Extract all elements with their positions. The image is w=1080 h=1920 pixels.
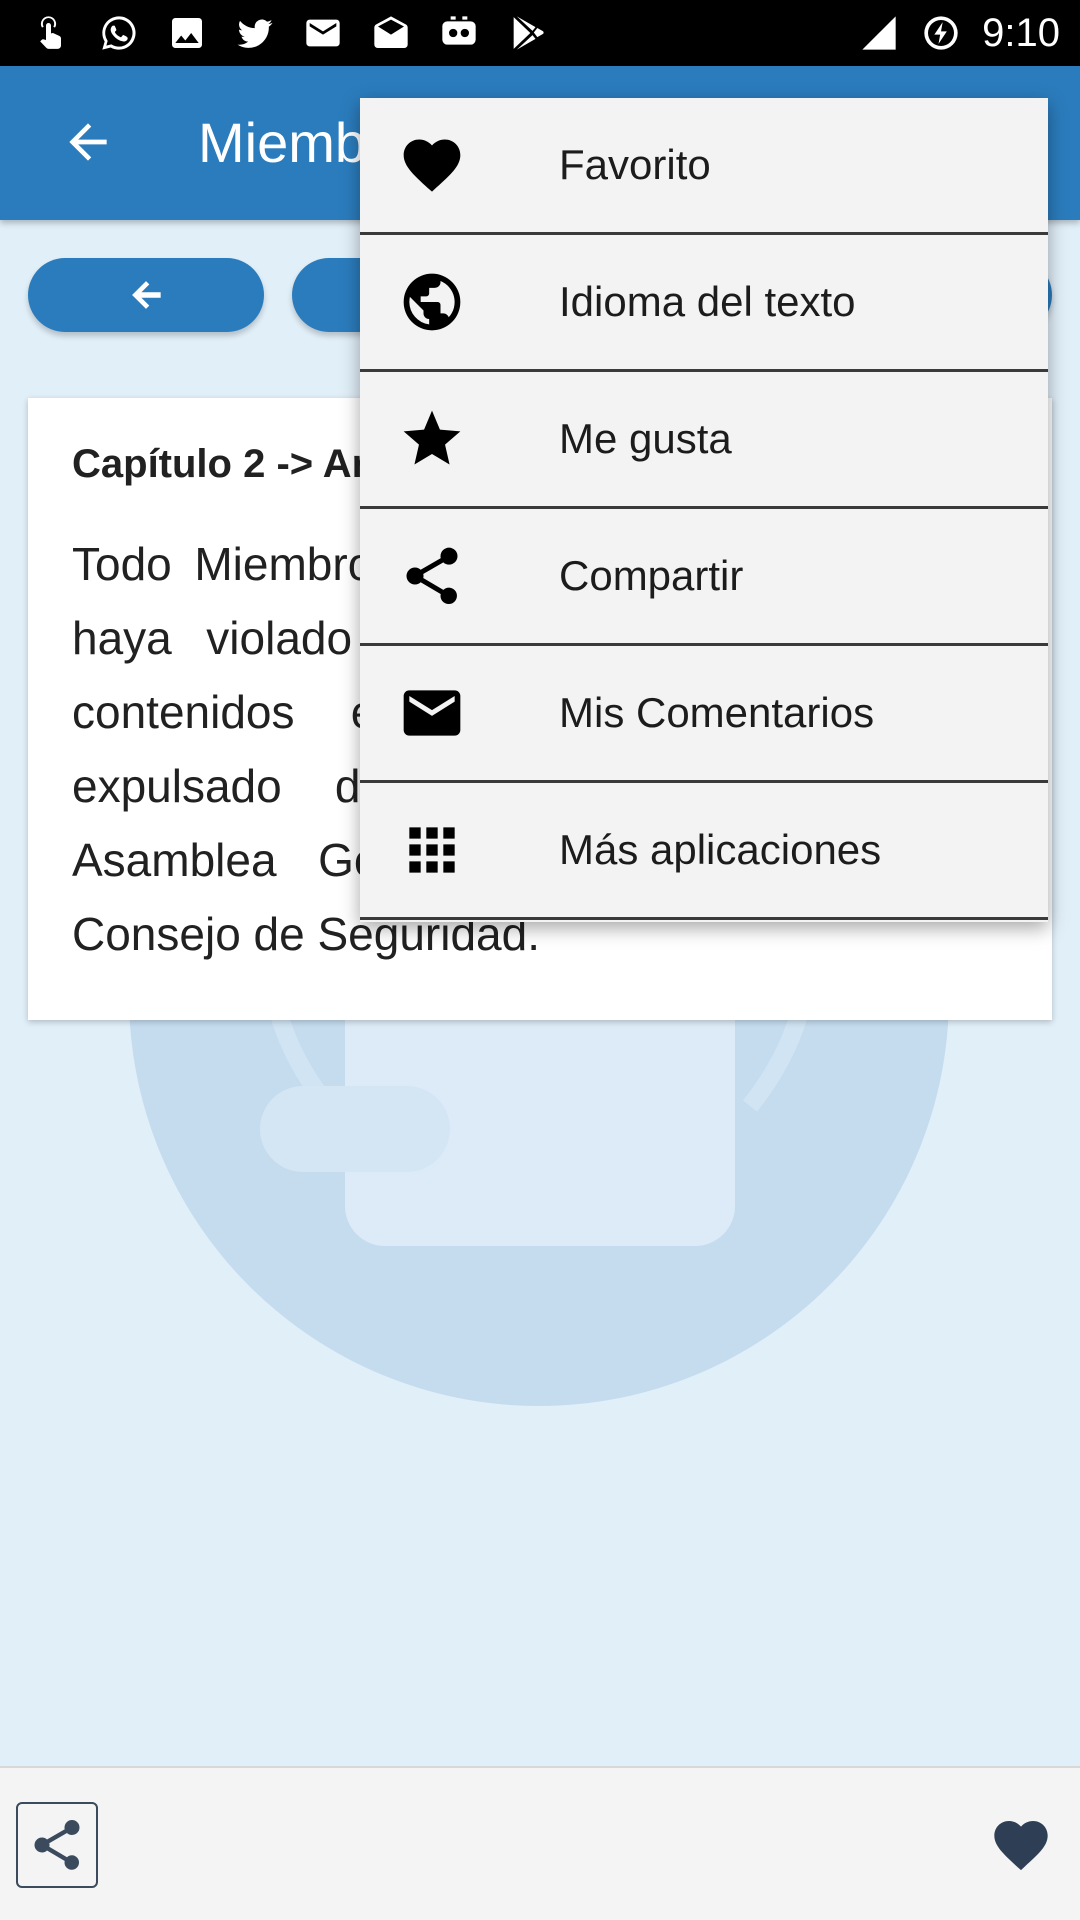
- status-clock: 9:10: [982, 10, 1060, 55]
- share-button[interactable]: [16, 1802, 98, 1888]
- mail-icon: [302, 12, 344, 54]
- play-store-icon: [506, 12, 548, 54]
- menu-item-label: Más aplicaciones: [559, 826, 882, 873]
- bottom-bar: [0, 1766, 1080, 1920]
- menu-item-label: Compartir: [559, 552, 744, 599]
- menu-item-label: Idioma del texto: [559, 278, 856, 325]
- share-icon: [396, 540, 468, 612]
- signal-icon: [858, 12, 900, 54]
- system-icons: 9:10: [858, 11, 1060, 56]
- menu-item-favorito[interactable]: Favorito: [360, 98, 1048, 235]
- favorite-button[interactable]: [986, 1812, 1056, 1878]
- menu-item-mas-aplicaciones[interactable]: Más aplicaciones: [360, 783, 1048, 920]
- menu-item-comentarios[interactable]: Mis Comentarios: [360, 646, 1048, 783]
- globe-icon: [396, 266, 468, 338]
- share-icon: [34, 1820, 80, 1870]
- menu-item-label: Me gusta: [559, 415, 732, 462]
- image-icon: [166, 12, 208, 54]
- twitter-icon: [234, 12, 276, 54]
- status-bar: 9:10: [0, 0, 1080, 66]
- menu-item-compartir[interactable]: Compartir: [360, 509, 1048, 646]
- battery-charging-icon: [920, 12, 962, 54]
- reddit-icon: [438, 12, 480, 54]
- touch-app-icon: [30, 12, 72, 54]
- arrow-left-icon: [132, 281, 161, 309]
- apps-grid-icon: [396, 814, 468, 886]
- notification-icons: [30, 12, 548, 54]
- menu-item-label: Favorito: [559, 141, 711, 188]
- overflow-menu: Favorito Idioma del texto Me gusta Compa…: [360, 98, 1048, 922]
- star-icon: [396, 403, 468, 475]
- menu-item-label: Mis Comentarios: [559, 689, 875, 736]
- mail-icon: [396, 677, 468, 749]
- heart-icon: [994, 1821, 1048, 1871]
- menu-item-me-gusta[interactable]: Me gusta: [360, 372, 1048, 509]
- menu-item-idioma[interactable]: Idioma del texto: [360, 235, 1048, 372]
- back-button[interactable]: [56, 110, 120, 174]
- whatsapp-icon: [98, 12, 140, 54]
- heart-icon: [396, 129, 468, 201]
- previous-article-button[interactable]: [28, 258, 264, 332]
- mail-open-icon: [370, 12, 412, 54]
- arrow-left-icon: [69, 123, 107, 161]
